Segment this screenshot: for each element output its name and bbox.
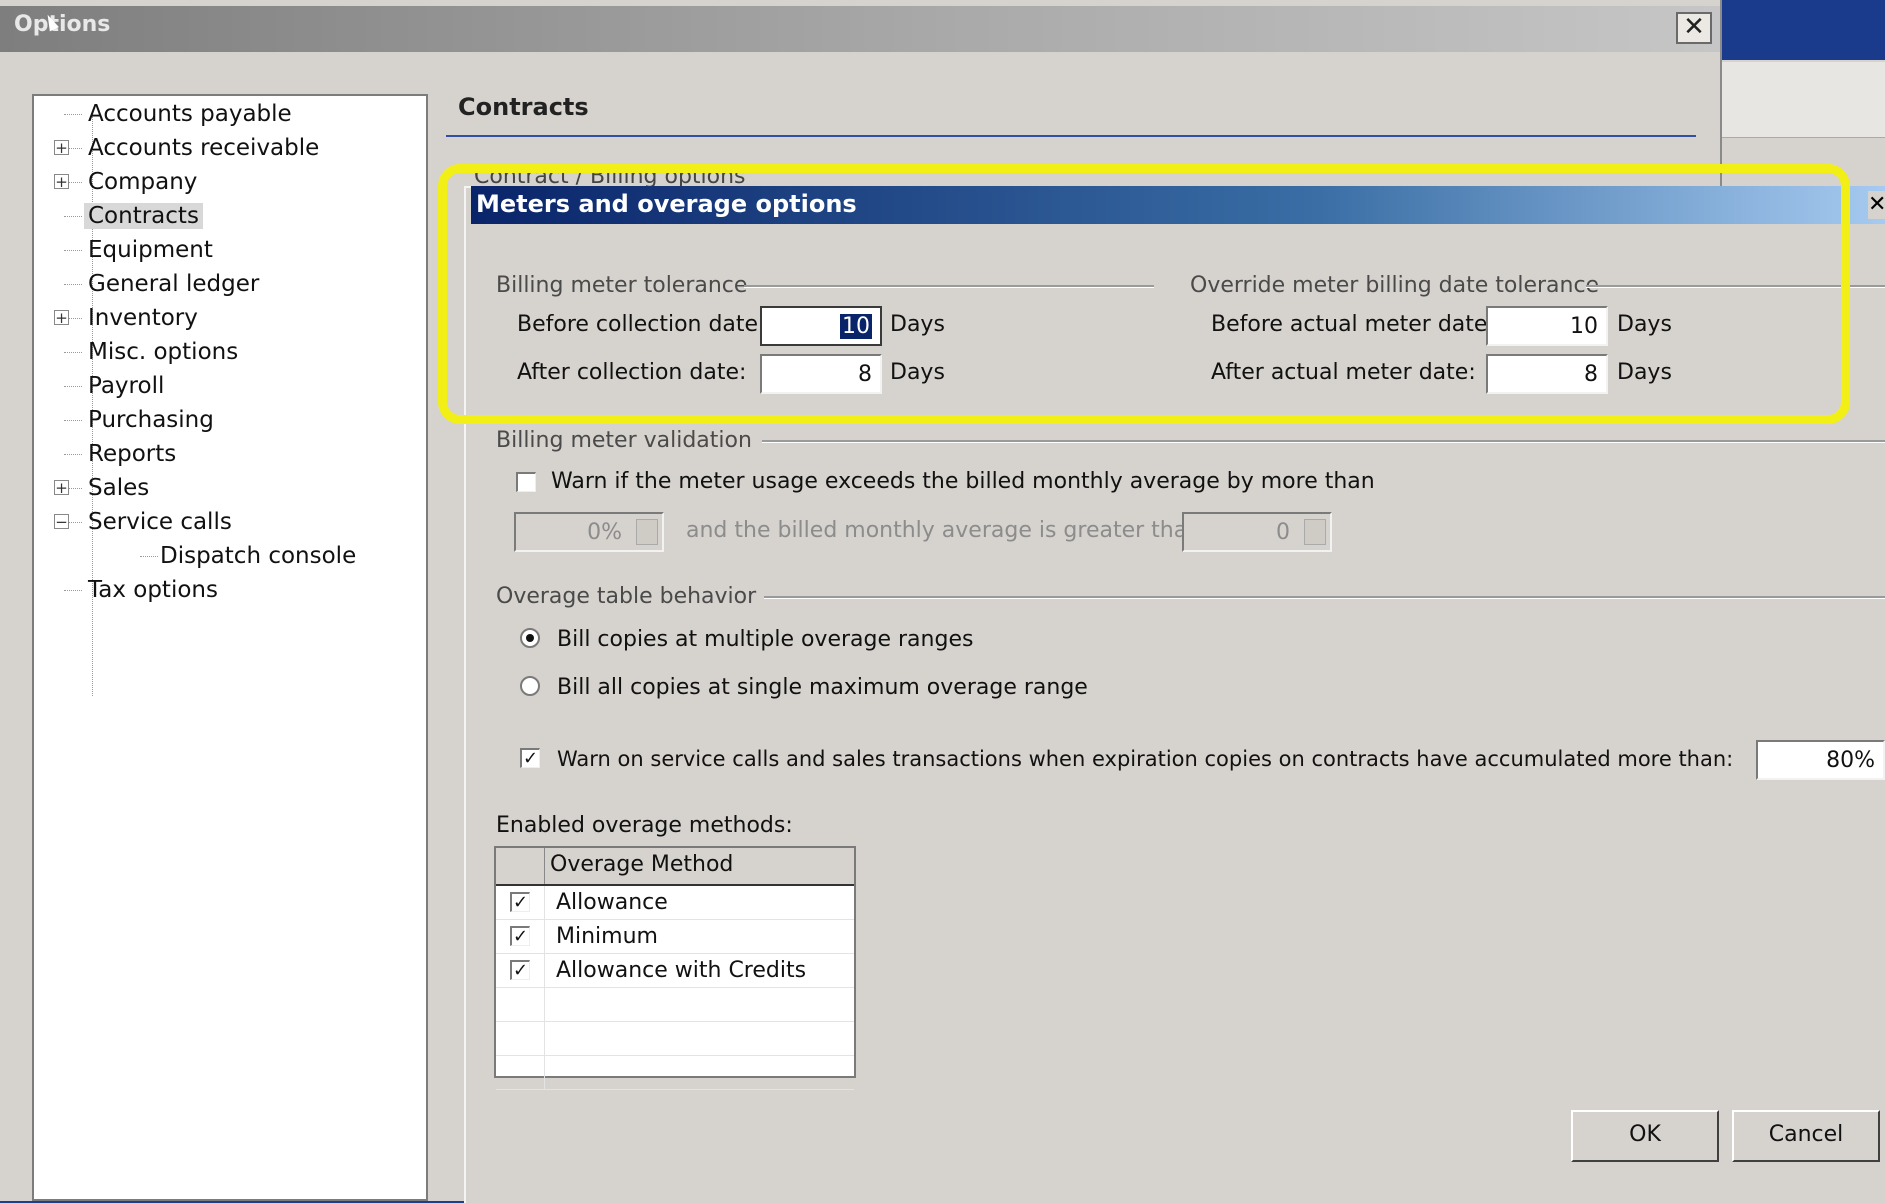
tree-item-label: Accounts payable (88, 101, 292, 127)
tree-item-label: Equipment (88, 237, 213, 263)
options-title: Options (14, 12, 111, 37)
table-row[interactable]: ✓ Allowance with Credits (496, 954, 854, 988)
group-divider (762, 440, 1885, 443)
method-enabled-checkbox[interactable]: ✓ (510, 892, 530, 912)
radio-single-maximum[interactable] (520, 676, 540, 696)
grid-check-cell (496, 1056, 545, 1089)
tree-item-accounts-payable[interactable]: Accounts payable (84, 98, 296, 130)
tree-item-label: Company (88, 169, 198, 195)
tree-item-label: Contracts (84, 203, 203, 229)
tree-item-label: Accounts receivable (88, 135, 320, 161)
tree-connector (64, 250, 82, 251)
tree-connector (64, 386, 82, 387)
tree-item-payroll[interactable]: Payroll (84, 370, 168, 402)
expand-icon[interactable]: + (54, 480, 69, 496)
table-row (496, 988, 854, 1022)
tree-item-dispatch-console[interactable]: Dispatch console (156, 540, 360, 572)
tree-item-company[interactable]: Company (84, 166, 201, 198)
warn-usage-checkbox[interactable] (516, 472, 536, 492)
method-label: Allowance (556, 890, 668, 915)
tree-item-purchasing[interactable]: Purchasing (84, 404, 218, 436)
method-enabled-checkbox[interactable]: ✓ (510, 960, 530, 980)
tree-connector (64, 454, 82, 455)
tree-item-inventory[interactable]: Inventory (84, 302, 202, 334)
tree-item-label: Reports (88, 441, 177, 467)
expiration-percent-input[interactable]: 80% (1756, 740, 1885, 780)
column-header-overage-method[interactable]: Overage Method (550, 852, 733, 877)
tree-item-misc-options[interactable]: Misc. options (84, 336, 242, 368)
tree-item-label: Dispatch console (160, 543, 357, 569)
expand-icon[interactable]: + (54, 140, 69, 156)
table-row (496, 1056, 854, 1090)
spinner-icon[interactable] (636, 519, 658, 545)
method-label: Minimum (556, 924, 658, 949)
method-enabled-checkbox[interactable]: ✓ (510, 926, 530, 946)
expiration-warning-label: Warn on service calls and sales transact… (557, 747, 1734, 771)
tree-item-equipment[interactable]: Equipment (84, 234, 217, 266)
tree-connector (64, 590, 82, 591)
usage-percent-value: 0% (587, 520, 622, 545)
expiration-warning-checkbox[interactable]: ✓ (520, 748, 540, 768)
overage-behavior-group: Overage table behavior (496, 584, 757, 609)
cancel-button[interactable]: Cancel (1732, 1110, 1880, 1162)
ok-button[interactable]: OK (1571, 1110, 1719, 1162)
table-row[interactable]: ✓ Minimum (496, 920, 854, 954)
overage-methods-grid[interactable]: Overage Method ✓ Allowance ✓ Minimum ✓ Allowa… (494, 846, 856, 1090)
tree-item-label: Sales (88, 475, 150, 501)
options-titlebar[interactable] (0, 6, 1720, 52)
tree-connector (64, 216, 82, 217)
grid-check-cell (496, 988, 545, 1021)
radio-multiple-ranges[interactable] (520, 628, 540, 648)
background-window-titlebar (1722, 0, 1885, 60)
tree-item-label: Payroll (88, 373, 165, 399)
tree-item-general-ledger[interactable]: General ledger (84, 268, 263, 300)
radio-multiple-ranges-label: Bill copies at multiple overage ranges (557, 627, 974, 652)
warn-usage-label: Warn if the meter usage exceeds the bill… (551, 469, 1375, 494)
expand-icon[interactable]: + (54, 174, 69, 190)
title-divider (446, 135, 1696, 137)
background-toolbar (1722, 62, 1885, 138)
radio-single-maximum-label: Bill all copies at single maximum overag… (557, 675, 1088, 700)
average-threshold-input[interactable]: 0 (1182, 512, 1332, 552)
tree-connector (64, 284, 82, 285)
close-icon[interactable]: ✕ (1676, 12, 1712, 44)
tree-item-label: Inventory (88, 305, 198, 331)
billing-meter-validation-group: Billing meter validation (496, 428, 752, 453)
enabled-methods-label: Enabled overage methods: (496, 813, 793, 838)
tree-item-contracts[interactable]: Contracts (84, 200, 203, 232)
tree-item-label: Misc. options (88, 339, 239, 365)
options-tree[interactable]: Accounts payable Accounts receivable + Comp… (32, 94, 428, 1201)
tree-item-tax-options[interactable]: Tax options (84, 574, 222, 606)
tree-item-reports[interactable]: Reports (84, 438, 180, 470)
expand-icon[interactable]: + (54, 310, 69, 326)
table-row (496, 1022, 854, 1056)
method-label: Allowance with Credits (556, 958, 807, 983)
tree-item-label: Tax options (88, 577, 218, 603)
usage-percent-input[interactable]: 0% (514, 512, 664, 552)
table-row[interactable]: ✓ Allowance (496, 886, 854, 920)
collapse-icon[interactable]: − (54, 514, 69, 530)
tree-item-accounts-receivable[interactable]: Accounts receivable (84, 132, 323, 164)
tree-item-service-calls[interactable]: Service calls (84, 506, 236, 538)
spinner-icon[interactable] (1304, 519, 1326, 545)
grid-select-column (496, 848, 545, 884)
grid-check-cell (496, 1022, 545, 1055)
highlight-annotation (438, 164, 1850, 424)
tree-connector (64, 352, 82, 353)
group-divider (764, 596, 1885, 599)
grid-header: Overage Method (496, 848, 854, 886)
tree-item-label: Purchasing (88, 407, 214, 433)
close-icon[interactable]: ✕ (1868, 191, 1885, 219)
tree-item-sales[interactable]: Sales (84, 472, 153, 504)
average-threshold-label: and the billed monthly average is greate… (686, 518, 1202, 543)
tree-connector (64, 114, 82, 115)
tree-item-label: Service calls (88, 509, 232, 535)
page-title: Contracts (458, 93, 589, 121)
tree-item-label: General ledger (88, 271, 260, 297)
tree-connector (64, 420, 82, 421)
tree-connector (140, 556, 158, 557)
average-threshold-value: 0 (1276, 520, 1290, 545)
